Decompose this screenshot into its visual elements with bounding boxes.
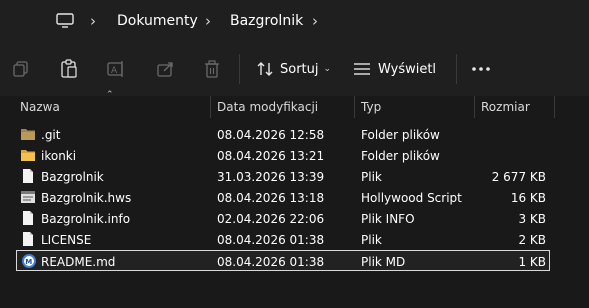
file-modified: 02.04.2026 22:06 <box>217 211 325 226</box>
share-icon <box>157 62 173 77</box>
column-headers: Nazwa Data modyfikacji Typ Rozmiar <box>0 96 589 118</box>
svg-text:A: A <box>111 66 118 76</box>
trash-icon <box>205 60 219 78</box>
file-name: Bazgrolnik <box>41 169 104 184</box>
file-type: Plik <box>361 169 382 184</box>
file-size: 16 KB <box>510 190 546 205</box>
breadcrumb-documents[interactable]: Dokumenty <box>117 0 198 42</box>
file-modified: 31.03.2026 13:39 <box>217 169 325 184</box>
file-row[interactable]: Bazgrolnik 31.03.2026 13:39 Plik 2 677 K… <box>16 166 550 187</box>
column-header-type[interactable]: Typ <box>361 96 381 118</box>
paste-button[interactable] <box>60 54 78 84</box>
file-size: 1 KB <box>518 254 546 269</box>
file-name: .git <box>41 127 61 142</box>
file-row[interactable]: Bazgrolnik.info 02.04.2026 22:06 Plik IN… <box>16 208 550 229</box>
file-row[interactable]: .git 08.04.2026 12:58 Folder plików <box>16 124 550 145</box>
file-name: ikonki <box>41 148 77 163</box>
chevron-right-icon[interactable]: › <box>205 0 211 42</box>
chevron-right-icon[interactable]: › <box>90 0 96 42</box>
file-size <box>481 145 546 166</box>
file-size <box>481 124 546 145</box>
column-header-name[interactable]: Nazwa <box>20 96 60 118</box>
rename-button[interactable]: A <box>107 54 125 84</box>
file-row-selected[interactable]: M README.md 08.04.2026 01:38 Plik MD 1 K… <box>16 250 550 271</box>
script-file-icon <box>20 189 36 205</box>
file-icon <box>20 168 36 184</box>
command-bar: A Sortuj ⌄ Wyświetl <box>0 42 589 96</box>
column-divider[interactable] <box>210 96 211 118</box>
share-button[interactable] <box>157 54 175 84</box>
breadcrumb-bazgrolnik[interactable]: Bazgrolnik <box>230 0 303 42</box>
file-size: 2 677 KB <box>491 169 546 184</box>
svg-text:M: M <box>25 258 32 266</box>
file-icon <box>20 210 36 226</box>
file-type: Folder plików <box>361 127 440 142</box>
breadcrumb-label: Bazgrolnik <box>230 13 304 29</box>
this-pc-icon[interactable] <box>56 0 74 42</box>
file-type: Plik <box>361 232 382 247</box>
address-bar: › Dokumenty › Bazgrolnik › <box>0 0 589 42</box>
file-name: LICENSE <box>41 232 92 247</box>
column-header-size[interactable]: Rozmiar <box>481 96 530 118</box>
column-header-label: Nazwa <box>20 100 60 114</box>
file-row[interactable]: Bazgrolnik.hws 08.04.2026 13:18 Hollywoo… <box>16 187 550 208</box>
markdown-file-icon: M <box>21 253 37 269</box>
file-icon <box>20 231 36 247</box>
column-header-label: Data modyfikacji <box>217 100 319 114</box>
file-type: Hollywood Script <box>361 190 462 205</box>
view-label: Wyświetl <box>378 61 437 77</box>
column-divider[interactable] <box>554 96 555 118</box>
sort-icon <box>257 62 273 76</box>
file-name: README.md <box>41 254 116 269</box>
file-modified: 08.04.2026 01:38 <box>217 232 325 247</box>
file-name: Bazgrolnik.info <box>41 211 131 226</box>
file-type: Plik INFO <box>361 211 415 226</box>
folder-icon <box>20 147 36 163</box>
file-size: 3 KB <box>518 211 546 226</box>
copy-button[interactable] <box>12 54 30 84</box>
column-divider[interactable] <box>474 96 475 118</box>
more-icon <box>472 67 490 71</box>
view-button[interactable]: Wyświetl <box>353 54 436 84</box>
sort-label: Sortuj <box>280 61 319 77</box>
chevron-down-icon: ⌄ <box>323 64 332 74</box>
column-header-label: Typ <box>361 100 382 114</box>
sort-button[interactable]: Sortuj ⌄ <box>256 54 331 84</box>
column-divider[interactable] <box>354 96 355 118</box>
delete-button[interactable] <box>204 54 220 84</box>
file-size: 2 KB <box>518 232 546 247</box>
file-type: Plik MD <box>361 254 406 269</box>
file-type: Folder plików <box>361 148 440 163</box>
file-row[interactable]: LICENSE 08.04.2026 01:38 Plik 2 KB <box>16 229 550 250</box>
more-options-button[interactable] <box>472 54 490 84</box>
file-modified: 08.04.2026 13:21 <box>217 148 325 163</box>
file-name: Bazgrolnik.hws <box>41 190 132 205</box>
breadcrumb-label: Dokumenty <box>117 13 198 29</box>
file-modified: 08.04.2026 01:38 <box>217 254 325 269</box>
toolbar-divider <box>456 54 457 84</box>
folder-icon <box>20 126 36 142</box>
toolbar-divider <box>239 54 240 84</box>
column-header-modified[interactable]: Data modyfikacji <box>217 96 318 118</box>
file-modified: 08.04.2026 13:18 <box>217 190 325 205</box>
rename-icon: A <box>107 61 123 77</box>
view-list-icon <box>354 63 370 75</box>
copy-icon <box>13 61 28 77</box>
paste-icon <box>61 59 77 78</box>
file-row[interactable]: ikonki 08.04.2026 13:21 Folder plików <box>16 145 550 166</box>
chevron-right-icon[interactable]: › <box>312 0 318 42</box>
file-modified: 08.04.2026 12:58 <box>217 127 325 142</box>
column-header-label: Rozmiar <box>481 100 530 114</box>
